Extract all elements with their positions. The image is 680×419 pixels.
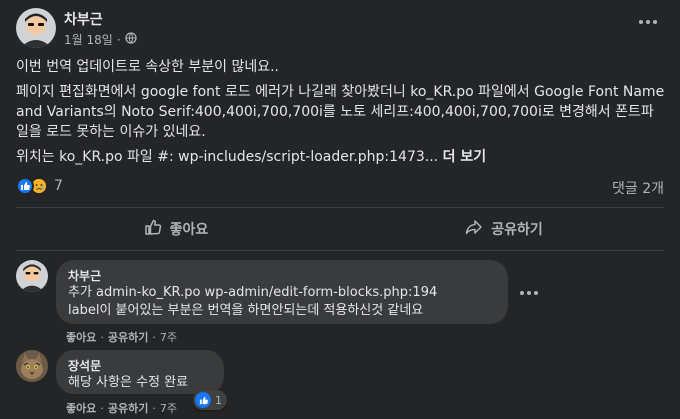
globe-icon — [124, 32, 137, 47]
comment-reply-link[interactable]: 공유하기 — [108, 329, 148, 345]
comment-text-line: label이 붙어있는 부분은 번역을 하면안되는데 적용하신것 같네요 — [68, 303, 424, 318]
comment-count-link[interactable]: 댓글 2개 — [612, 178, 664, 198]
post-meta: 1월 18일 · — [64, 31, 137, 48]
meta-separator: · — [116, 32, 121, 47]
like-button[interactable]: 좋아요 — [16, 212, 336, 246]
post-date[interactable]: 1월 18일 — [64, 31, 113, 48]
thumbs-up-icon — [144, 218, 162, 240]
comment-text-line: 해당 사항은 수정 완료 — [68, 375, 189, 390]
comment-text-line: 추가 admin-ko_KR.po wp-admin/edit-form-blo… — [68, 285, 438, 300]
commenter-avatar[interactable] — [16, 260, 48, 292]
comment-like-link[interactable]: 좋아요 — [66, 400, 96, 416]
more-icon[interactable] — [636, 14, 660, 30]
comment-time[interactable]: 7주 — [160, 329, 177, 345]
comment-actions: 좋아요 · 공유하기 · 7주 — [66, 329, 177, 345]
commenter-name[interactable]: 차부근 — [68, 268, 496, 284]
divider — [16, 250, 664, 251]
share-button-label: 공유하기 — [491, 222, 543, 238]
comment-more-icon[interactable] — [518, 286, 540, 300]
post-paragraph-last: 위치는 ko_KR.po 파일 #: wp-includes/script-lo… — [16, 147, 666, 167]
post-card: 차부근 1월 18일 · 이번 번역 업데이트로 속상한 부분이 많네요.. 페… — [0, 0, 680, 419]
dot-separator: · — [152, 330, 156, 344]
commenter-name[interactable]: 장석문 — [68, 358, 212, 374]
comment-actions: 좋아요 · 공유하기 · 7주 — [66, 400, 177, 416]
comment-reaction-count: 1 — [215, 393, 222, 407]
reaction-count: 7 — [54, 178, 63, 194]
comment-reply-link[interactable]: 공유하기 — [108, 400, 148, 416]
reaction-summary[interactable]: 7 — [16, 177, 63, 195]
comment-time[interactable]: 7주 — [160, 400, 177, 416]
comment-bubble: 차부근 추가 admin-ko_KR.po wp-admin/edit-form… — [56, 260, 508, 324]
post-author-name[interactable]: 차부근 — [64, 9, 103, 29]
dot-separator: · — [100, 401, 104, 415]
comment-bubble: 장석문 해당 사항은 수정 완료 — [56, 350, 224, 394]
share-button[interactable]: 공유하기 — [344, 212, 664, 246]
share-icon — [465, 218, 483, 240]
like-reaction-icon — [16, 177, 34, 195]
commenter-avatar[interactable] — [16, 350, 48, 382]
dot-separator: · — [152, 401, 156, 415]
like-reaction-icon — [195, 392, 211, 408]
see-more-link[interactable]: 더 보기 — [443, 149, 487, 165]
like-button-label: 좋아요 — [169, 222, 209, 238]
comment-like-link[interactable]: 좋아요 — [66, 329, 96, 345]
author-avatar[interactable] — [16, 8, 56, 48]
post-paragraph: 페이지 편집화면에서 google font 로드 에러가 나길래 찾아봤더니 … — [16, 84, 665, 140]
dot-separator: · — [100, 330, 104, 344]
comment-reaction-badge[interactable]: 1 — [193, 390, 227, 410]
divider — [16, 207, 664, 208]
post-paragraph-text: 위치는 ko_KR.po 파일 #: wp-includes/script-lo… — [16, 149, 443, 165]
post-paragraph: 이번 번역 업데이트로 속상한 부분이 많네요.. — [16, 59, 279, 75]
